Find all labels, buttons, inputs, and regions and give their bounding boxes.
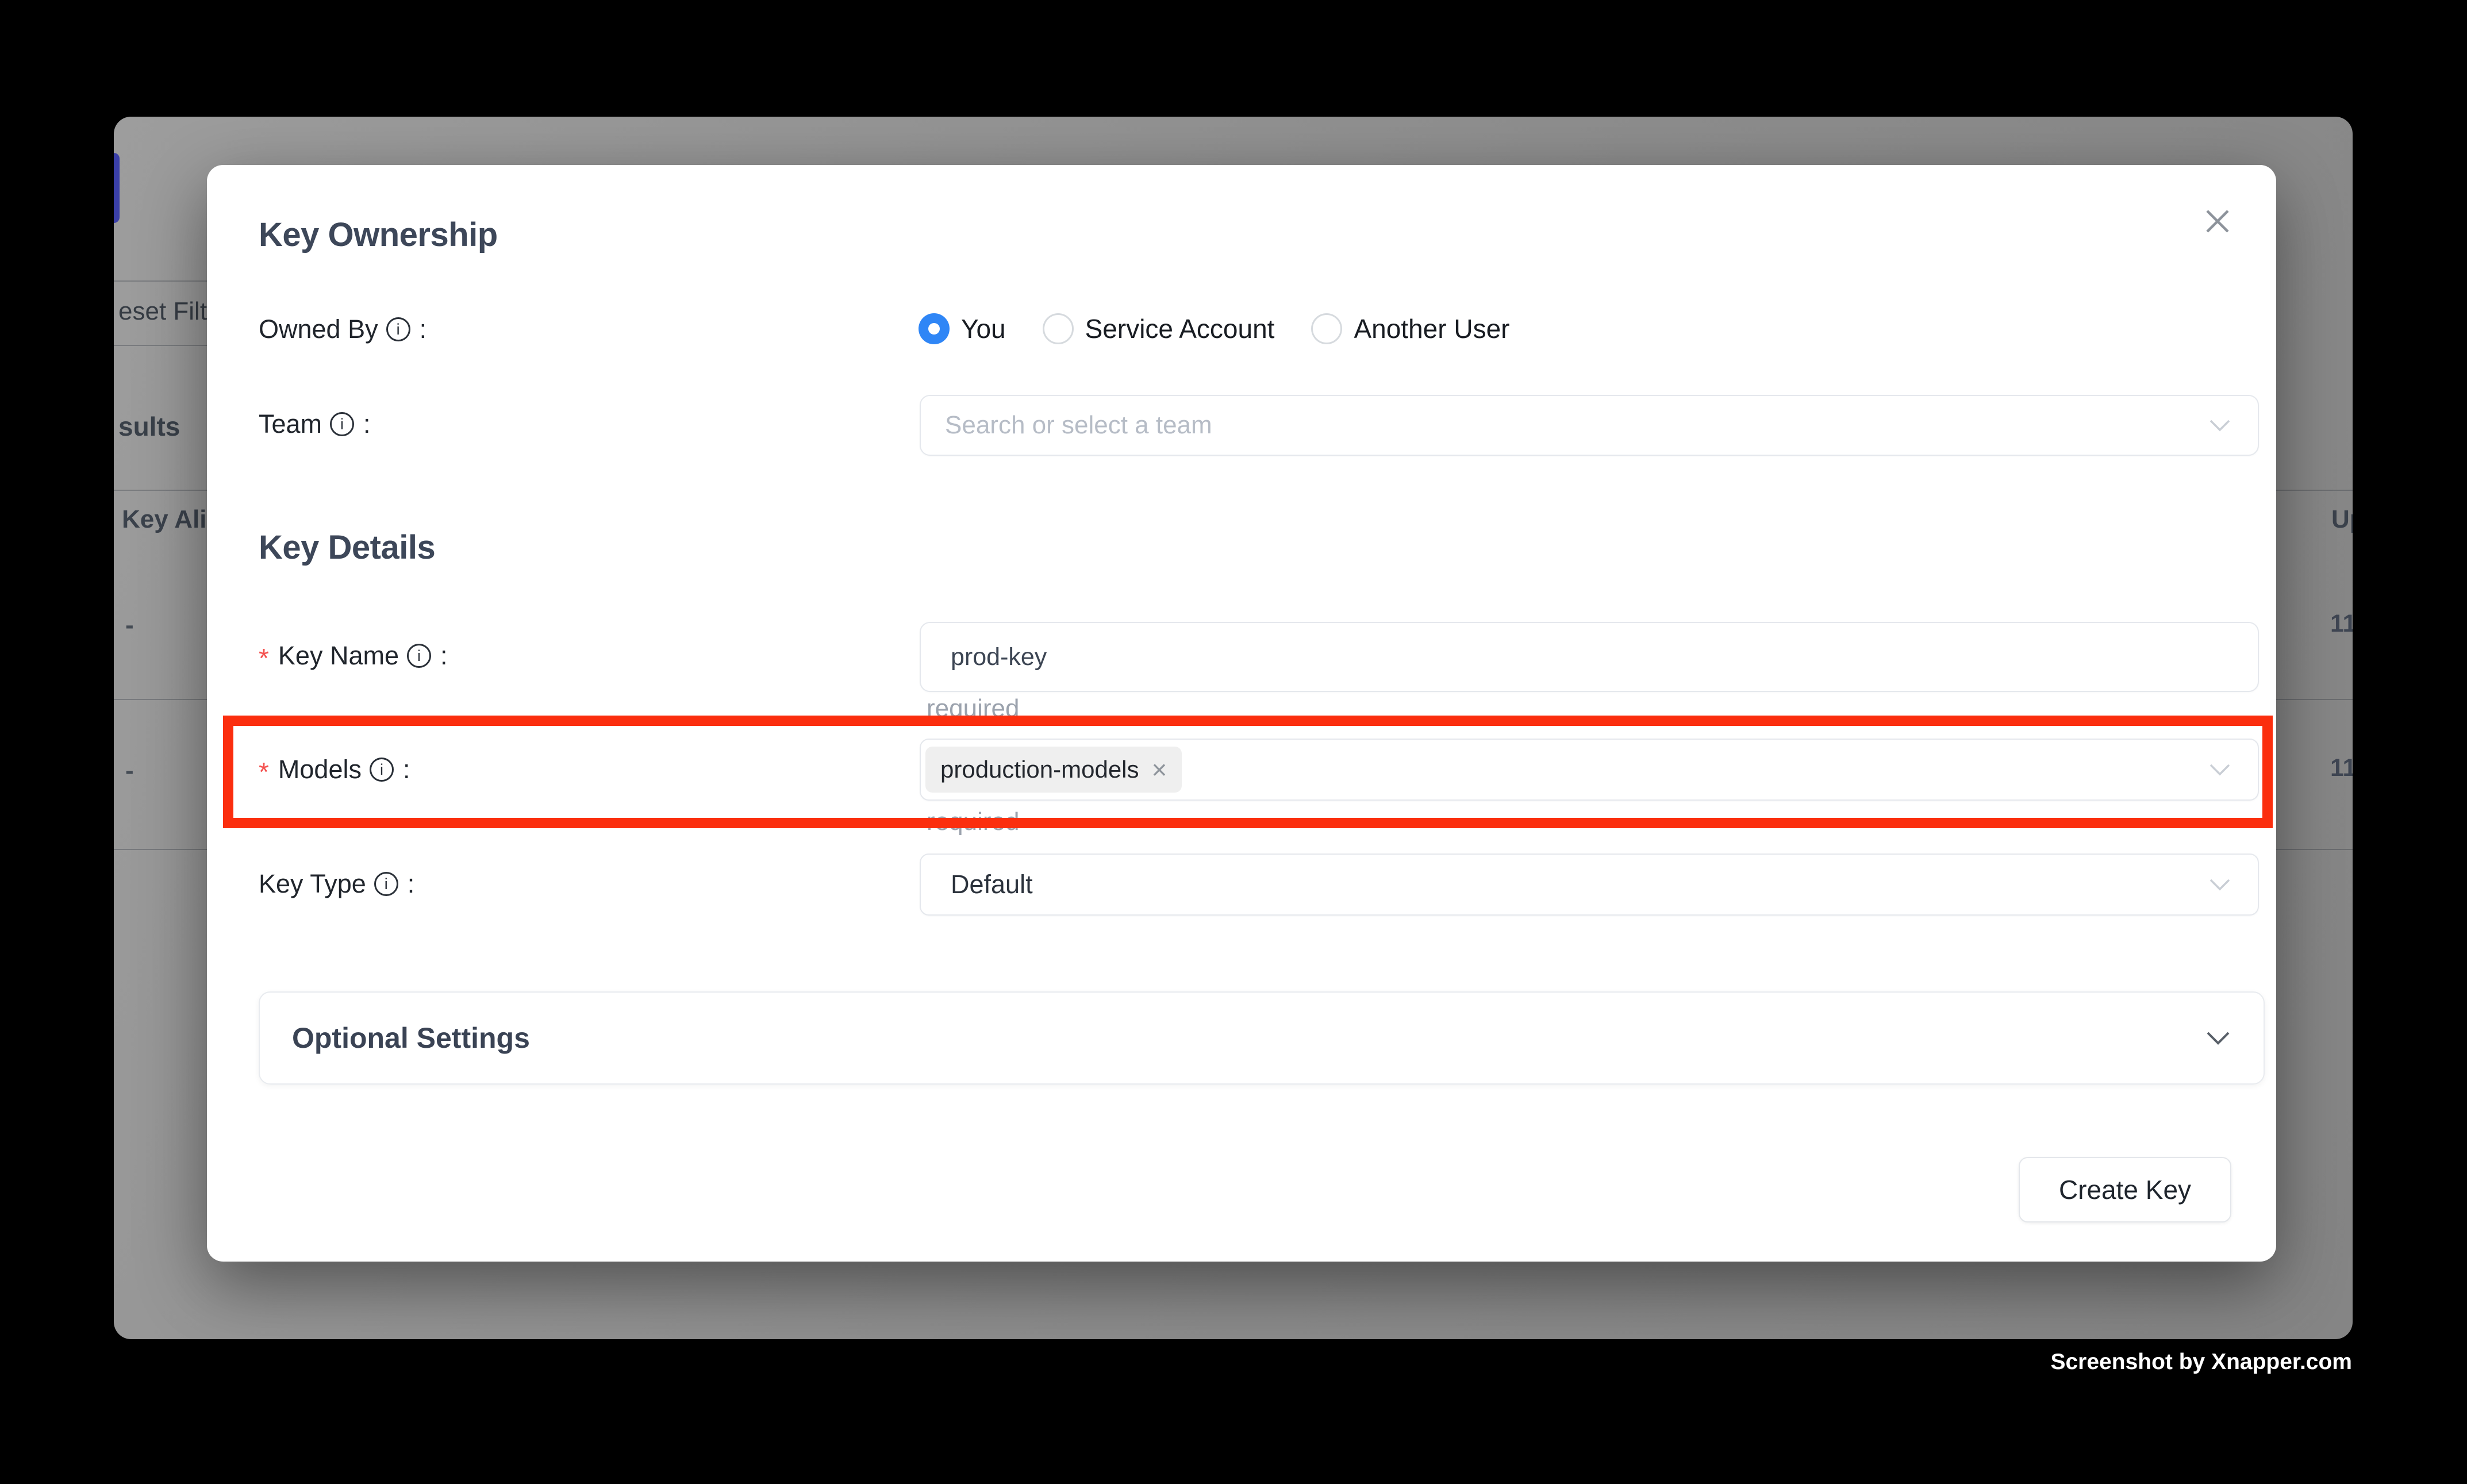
required-asterisk: * (259, 643, 269, 674)
models-select[interactable]: production-models × (920, 739, 2259, 801)
key-name-input[interactable]: prod-key (920, 622, 2259, 692)
chevron-down-icon (2208, 878, 2231, 891)
info-icon[interactable]: i (374, 872, 398, 896)
close-button[interactable] (2191, 195, 2244, 248)
chevron-down-icon (2205, 1030, 2231, 1046)
radio-unselected-icon[interactable] (1043, 313, 1074, 344)
close-icon (2204, 207, 2231, 235)
radio-selected-icon[interactable] (919, 313, 950, 344)
models-validation: required (927, 808, 1019, 836)
key-name-validation: required (927, 694, 1019, 723)
key-type-value: Default (921, 870, 1033, 899)
selected-model-tag: production-models × (925, 747, 1182, 793)
team-label-text: Team (259, 409, 322, 439)
team-select-placeholder: Search or select a team (921, 411, 1212, 440)
table-row-alias: - (125, 756, 134, 785)
colon: : (440, 641, 448, 671)
colon: : (363, 409, 371, 439)
key-type-label: Key Type i : (259, 869, 414, 899)
create-key-modal: Key Ownership Owned By i : You Service A… (207, 165, 2276, 1262)
model-tag-label: production-models (940, 756, 1139, 783)
colon: : (420, 314, 427, 344)
divider (114, 280, 212, 282)
radio-option-another-user[interactable]: Another User (1311, 313, 1509, 344)
info-icon[interactable]: i (386, 317, 410, 341)
results-count-partial: sults (118, 411, 180, 442)
info-icon[interactable]: i (370, 758, 394, 782)
screenshot-stage: eset Filt sults Key Alia Up - 11/ - 11/ … (0, 0, 2467, 1484)
team-label: Team i : (259, 409, 371, 439)
radio-label: Service Account (1085, 313, 1275, 344)
colon: : (408, 869, 415, 899)
key-name-value: prod-key (921, 643, 1047, 671)
key-name-label: * Key Name i : (259, 640, 448, 671)
owned-by-label: Owned By i : (259, 314, 426, 344)
chevron-down-icon (2208, 763, 2231, 776)
team-select[interactable]: Search or select a team (920, 395, 2259, 456)
watermark-text: Screenshot by Xnapper.com (2050, 1350, 2352, 1375)
create-key-button[interactable]: Create Key (2019, 1157, 2231, 1222)
key-type-select[interactable]: Default (920, 854, 2259, 916)
key-type-label-text: Key Type (259, 869, 366, 899)
optional-settings-toggle[interactable]: Optional Settings (259, 991, 2265, 1085)
table-row-updated: 11/ (2330, 610, 2353, 638)
divider (114, 345, 212, 346)
optional-settings-title: Optional Settings (292, 1021, 530, 1055)
radio-label: You (961, 313, 1006, 344)
section-title-key-ownership: Key Ownership (259, 216, 498, 254)
owned-by-label-text: Owned By (259, 314, 378, 344)
reset-filters-button-partial[interactable]: eset Filt (118, 297, 207, 326)
radio-label: Another User (1354, 313, 1509, 344)
column-header-key-alias: Key Alia (122, 505, 221, 534)
radio-option-service-account[interactable]: Service Account (1043, 313, 1275, 344)
section-title-key-details: Key Details (259, 528, 435, 567)
remove-tag-icon[interactable]: × (1152, 756, 1167, 783)
owned-by-radio-group: You Service Account Another User (919, 313, 1546, 344)
info-icon[interactable]: i (407, 644, 431, 668)
table-row-alias: - (125, 611, 134, 640)
models-label-text: Models (278, 755, 362, 785)
colon: : (403, 755, 410, 785)
info-icon[interactable]: i (330, 412, 354, 436)
table-row-updated: 11/ (2330, 754, 2353, 782)
radio-unselected-icon[interactable] (1311, 313, 1342, 344)
column-header-updated: Up (2331, 505, 2353, 534)
models-label: * Models i : (259, 754, 410, 785)
background-blue-button-fragment (114, 153, 120, 223)
key-name-label-text: Key Name (278, 641, 399, 671)
chevron-down-icon (2208, 418, 2231, 432)
radio-option-you[interactable]: You (919, 313, 1006, 344)
required-asterisk: * (259, 756, 269, 787)
